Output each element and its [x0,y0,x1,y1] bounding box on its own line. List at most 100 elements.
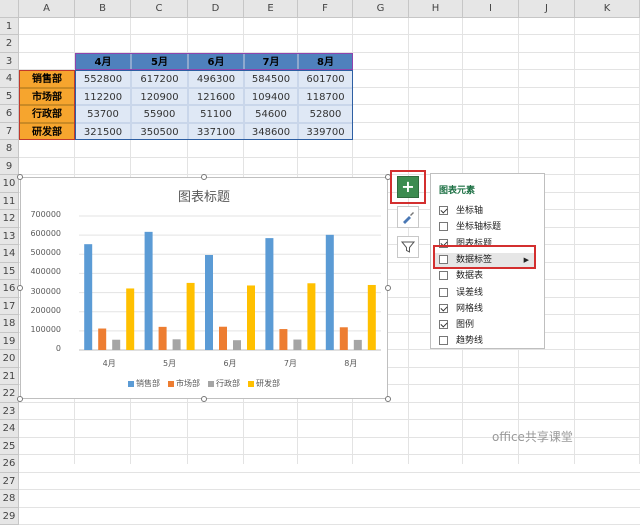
row-gridline [19,471,640,473]
row-header-9[interactable]: 9 [0,157,19,176]
chart-resize-handle[interactable] [385,285,391,291]
row-header-8[interactable]: 8 [0,140,19,158]
chart-element-option[interactable]: 趋势线 [439,334,483,348]
column-header-h[interactable]: H [409,0,463,18]
chart-resize-handle[interactable] [385,396,391,402]
y-tick-label: 0 [55,344,61,353]
column-header-b[interactable]: B [75,0,131,18]
bar-行政部-7月[interactable] [293,339,302,350]
chart-resize-handle[interactable] [17,174,23,180]
panel-title: 图表元素 [439,186,476,196]
bar-销售部-5月[interactable] [144,231,153,350]
bar-市场部-6月[interactable] [219,326,227,350]
bar-行政部-5月[interactable] [172,339,181,350]
column-header-e[interactable]: E [244,0,298,18]
bar-销售部-8月[interactable] [325,234,334,350]
bar-研发部-4月[interactable] [126,288,135,350]
row-header-29[interactable]: 29 [0,507,19,525]
column-header-f[interactable]: F [298,0,353,18]
bar-行政部-6月[interactable] [233,340,241,350]
row-header-23[interactable]: 23 [0,402,19,421]
bar-行政部-4月[interactable] [112,339,121,350]
row-header-25[interactable]: 25 [0,437,19,456]
bar-研发部-8月[interactable] [367,284,376,350]
chart-resize-handle[interactable] [201,396,207,402]
row-header-4[interactable]: 4 [0,70,19,88]
bar-销售部-4月[interactable] [84,244,93,350]
bar-销售部-6月[interactable] [205,254,213,350]
y-tick-label: 100000 [30,324,61,334]
legend-item[interactable]: 销售部 [128,378,160,389]
row-gridline [19,34,640,36]
chart-resize-handle[interactable] [201,174,207,180]
highlight-box-data-labels [433,245,536,269]
checkbox[interactable] [439,287,448,297]
column-header-c[interactable]: C [131,0,188,18]
column-header-k[interactable]: K [575,0,640,18]
x-tick-label: 8月 [344,359,358,368]
chart-element-option[interactable]: 网格线 [439,302,483,316]
chart-element-option[interactable]: 坐标轴 [439,204,483,218]
x-tick-label: 5月 [163,359,177,368]
bar-研发部-6月[interactable] [247,285,255,350]
bar-市场部-8月[interactable] [339,327,348,350]
row-header-5[interactable]: 5 [0,87,19,106]
checkbox[interactable] [439,222,448,232]
chart-resize-handle[interactable] [17,285,23,291]
column-header-d[interactable]: D [188,0,244,18]
row-header-21[interactable]: 21 [0,367,19,386]
row-header-7[interactable]: 7 [0,122,19,141]
bar-研发部-5月[interactable] [186,282,195,350]
column-header-a[interactable]: A [19,0,75,18]
legend-item[interactable]: 市场部 [168,378,200,389]
checkbox[interactable] [439,206,448,215]
row-header-6[interactable]: 6 [0,105,19,123]
row-header-11[interactable]: 11 [0,192,19,211]
select-all-corner[interactable] [0,0,19,18]
chart-element-option[interactable]: 图例 [439,318,474,332]
legend-swatch [248,380,254,387]
checkbox[interactable] [439,271,448,281]
bar-市场部-4月[interactable] [98,328,107,350]
legend-swatch [128,380,134,387]
legend-label: 行政部 [216,379,240,388]
chart-element-option[interactable]: 数据表 [439,269,483,283]
row-header-2[interactable]: 2 [0,35,19,53]
row-header-3[interactable]: 3 [0,52,19,71]
legend-swatch [168,380,174,387]
option-label: 图例 [456,320,475,331]
legend-item[interactable]: 行政部 [208,378,240,389]
column-header-j[interactable]: J [519,0,575,18]
row-header-22[interactable]: 22 [0,385,19,403]
chart-area[interactable]: 图表标题 700000 600000 500000 400000 300000 20000… [20,177,388,399]
column-header-g[interactable]: G [353,0,409,18]
checkbox[interactable] [439,320,448,330]
chart-element-option[interactable]: 坐标轴标题 [439,220,501,234]
row-header-28[interactable]: 28 [0,490,19,508]
legend-item[interactable]: 研发部 [248,378,280,389]
bar-市场部-7月[interactable] [279,329,288,350]
legend-label: 销售部 [136,379,160,388]
row-header-10[interactable]: 10 [0,175,19,193]
bar-市场部-5月[interactable] [158,326,167,350]
checkbox[interactable] [439,303,448,313]
row-header-27[interactable]: 27 [0,472,19,491]
category-range-outline [19,70,75,141]
row-header-1[interactable]: 1 [0,18,19,36]
option-label: 数据表 [456,271,484,282]
chart-elements-button[interactable]: + [397,176,419,198]
chart-styles-button[interactable] [397,206,419,228]
bar-销售部-7月[interactable] [265,238,274,350]
chart-filters-button[interactable] [397,236,419,258]
option-label: 趋势线 [456,336,484,347]
column-header-i[interactable]: I [463,0,519,18]
chart-resize-handle[interactable] [17,396,23,402]
chart-element-option[interactable]: 误差线 [439,286,483,300]
checkbox[interactable] [439,336,448,346]
chart-legend[interactable]: 销售部 市场部 行政部 研发部 [21,378,387,389]
watermark-text: office共享课堂 [492,430,573,444]
row-gridline [19,401,640,403]
bar-行政部-8月[interactable] [353,339,362,350]
bar-研发部-7月[interactable] [307,283,316,350]
row-header-24[interactable]: 24 [0,420,19,438]
